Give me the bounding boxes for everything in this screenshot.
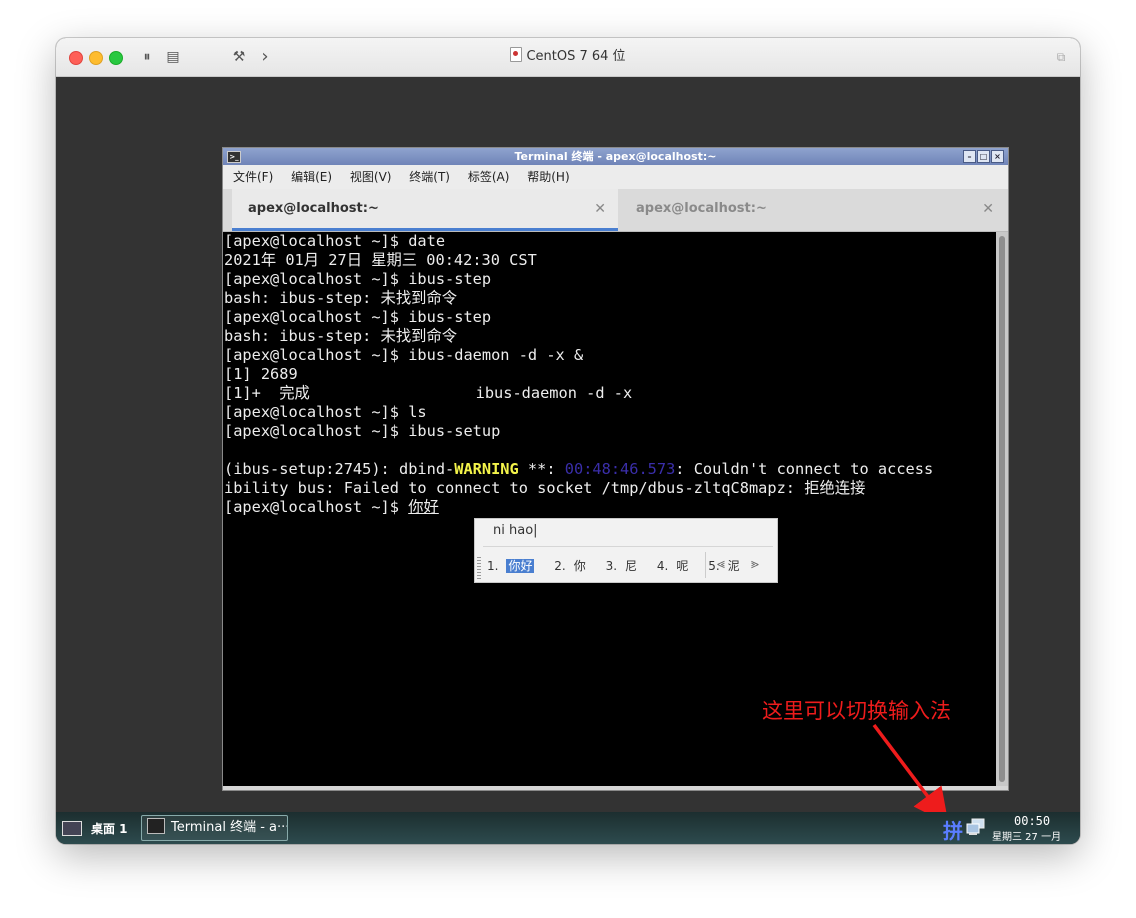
clock-time[interactable]: 00:50 bbox=[1014, 814, 1050, 828]
task-label: Terminal 终端 - a··· bbox=[171, 820, 288, 835]
vm-window: ⏸ ▤ ⚒ › CentOS 7 64 位 ⧉ >_ Terminal 终端 -… bbox=[56, 38, 1080, 844]
taskbar: 桌面 1 Terminal 终端 - a··· 拼 00:50 星期三 27 一… bbox=[56, 812, 1080, 844]
ime-indicator[interactable]: 拼 bbox=[943, 815, 963, 844]
vm-titlebar: ⏸ ▤ ⚒ › CentOS 7 64 位 ⧉ bbox=[56, 38, 1080, 77]
terminal-icon bbox=[147, 818, 165, 834]
vm-screen: >_ Terminal 终端 - apex@localhost:~ – □ × … bbox=[56, 77, 1080, 844]
taskbar-terminal-button[interactable]: Terminal 终端 - a··· bbox=[141, 815, 288, 841]
vm-title-text: CentOS 7 64 位 bbox=[526, 49, 626, 64]
vm-title: CentOS 7 64 位 bbox=[56, 38, 1080, 76]
workspace-label[interactable]: 桌面 1 bbox=[91, 820, 128, 837]
vm-doc-icon bbox=[510, 47, 523, 62]
restore-icon[interactable]: ⧉ bbox=[1052, 48, 1070, 66]
show-desktop-icon[interactable] bbox=[62, 821, 82, 836]
network-icon[interactable] bbox=[966, 818, 986, 836]
clock-date[interactable]: 星期三 27 一月 bbox=[992, 828, 1061, 843]
annotation-arrow bbox=[872, 723, 949, 824]
